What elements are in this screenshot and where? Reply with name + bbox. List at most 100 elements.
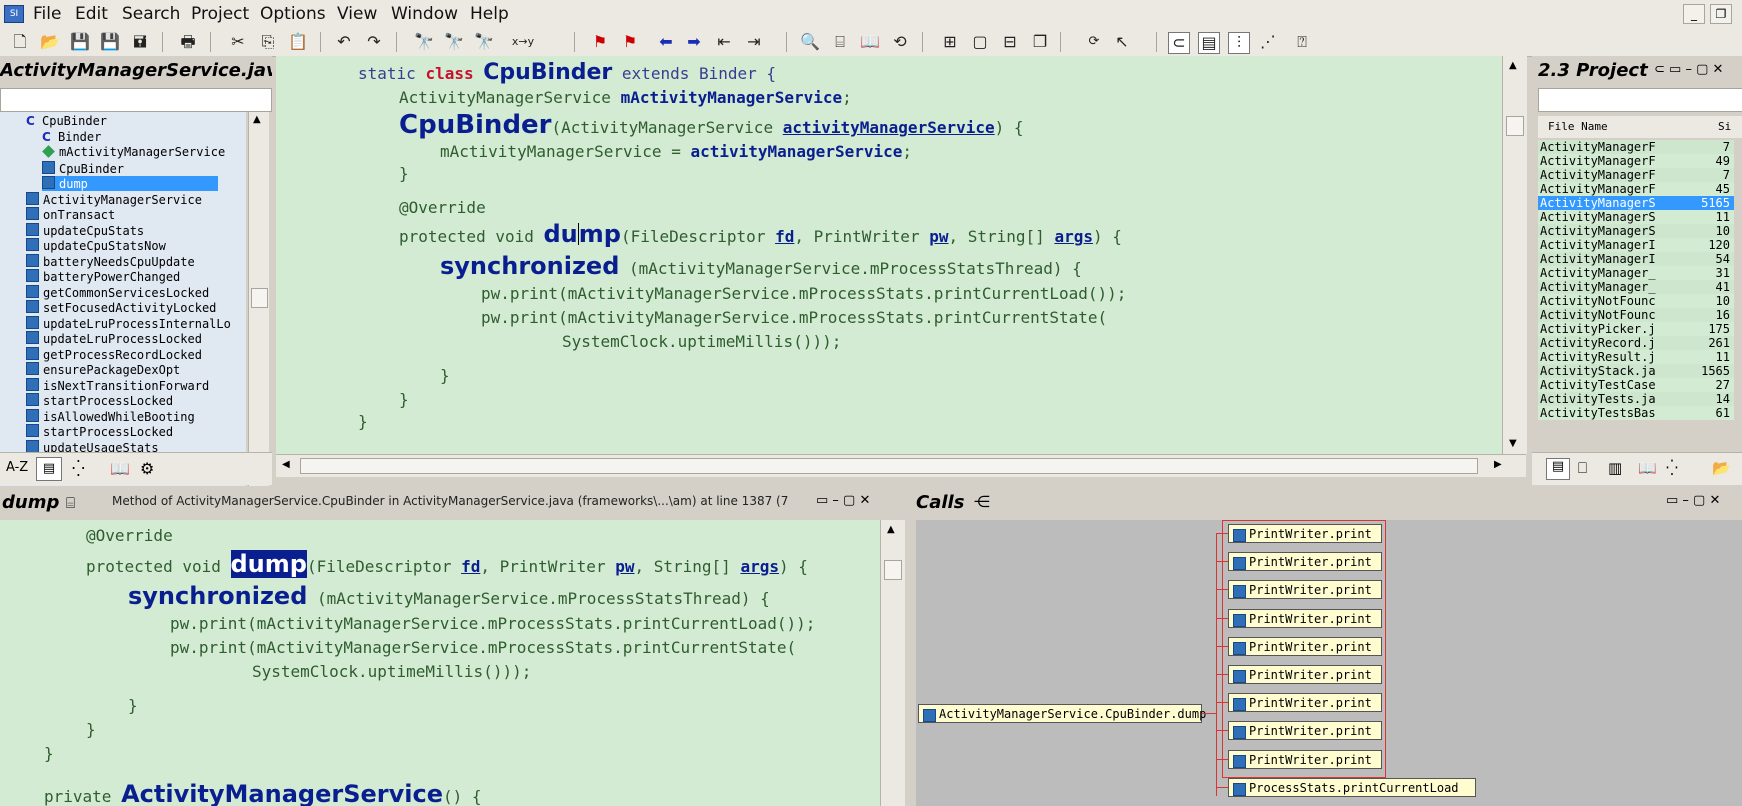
file-row[interactable]: ActivityRecord.j 261	[1538, 336, 1734, 350]
col-size[interactable]: Si	[1718, 116, 1731, 138]
file-row[interactable]: ActivityTestsBas 61	[1538, 406, 1734, 420]
symbol-item[interactable]: updateCpuStats	[26, 222, 144, 238]
cut-icon[interactable]: ✂	[228, 32, 248, 52]
scroll-up-icon[interactable]: ▲	[253, 114, 261, 125]
view-toggle-5-icon[interactable]: ⍰	[1292, 32, 1312, 52]
restore-icon[interactable]: ❐	[1710, 4, 1732, 24]
view-toggle-3-icon[interactable]: ⫶	[1228, 32, 1250, 54]
scroll-thumb[interactable]	[1506, 116, 1524, 136]
relation-icon[interactable]: ⟲	[890, 32, 910, 52]
project-filter-input[interactable]	[1538, 88, 1742, 112]
code-editor[interactable]: static class CpuBinder extends Binder { …	[276, 56, 1502, 454]
scroll-thumb[interactable]	[251, 288, 268, 308]
context-panel-window-icons[interactable]: ▭ – ▢ ✕	[816, 493, 870, 508]
file-row[interactable]: ActivityManagerS 5165	[1538, 196, 1734, 210]
book-view-icon[interactable]: 📖	[110, 459, 130, 478]
open-folder-icon[interactable]: 📂	[40, 32, 60, 52]
symbol-item[interactable]: onTransact	[26, 207, 115, 222]
symbol-item[interactable]: batteryNeedsCpuUpdate	[26, 253, 195, 269]
close-file-icon[interactable]: 🖬	[130, 32, 150, 52]
context-options-icon[interactable]: ⌸	[66, 494, 75, 512]
category-icon[interactable]: ⁛	[1666, 459, 1678, 477]
menu-project[interactable]: Project	[191, 4, 249, 24]
call-tree-icon[interactable]: ⋲	[974, 492, 990, 511]
symbol-item[interactable]: startProcessLocked	[26, 393, 173, 408]
menu-file[interactable]: File	[33, 4, 61, 24]
view-toggle-1-icon[interactable]: ⊂	[1168, 32, 1190, 54]
symbol-item[interactable]: updateLruProcessInternalLo	[26, 315, 231, 331]
symbol-item[interactable]: isAllowedWhileBooting	[26, 408, 195, 424]
layout-grid-icon[interactable]: ⊞	[940, 32, 960, 52]
file-row[interactable]: ActivityManagerI 120	[1538, 238, 1734, 252]
file-row[interactable]: ActivityManagerF 49	[1538, 154, 1734, 168]
scroll-thumb[interactable]	[884, 560, 902, 580]
symbol-view-icon[interactable]: ⎕	[1578, 459, 1587, 477]
file-row[interactable]: ActivityManagerF 45	[1538, 182, 1734, 196]
symbol-filter-input[interactable]	[0, 88, 272, 112]
file-row[interactable]: ActivityManager_ 41	[1538, 280, 1734, 294]
menu-options[interactable]: Options	[260, 4, 326, 24]
layout-cascade-icon[interactable]: ❐	[1030, 32, 1050, 52]
symbol-item[interactable]: updateCpuStatsNow	[26, 238, 166, 253]
jump-back-icon[interactable]: ⇤	[714, 32, 734, 52]
find-prev-icon[interactable]: 🔭	[474, 32, 494, 52]
symbol-item[interactable]: CpuBinder	[42, 160, 124, 176]
new-file-icon[interactable]: 🗋	[10, 32, 30, 52]
replace-icon[interactable]: x→y	[506, 32, 540, 52]
browse-icon[interactable]: ⌸	[830, 32, 850, 52]
view-toggle-4-icon[interactable]: ⋰	[1258, 32, 1278, 52]
file-row[interactable]: ActivityManager_ 31	[1538, 266, 1734, 280]
forward-arrow-icon[interactable]: ➡	[684, 32, 704, 52]
list-view-icon[interactable]: ▤	[36, 457, 62, 481]
bookmark-icon[interactable]: ⚑	[590, 32, 610, 52]
symbol-item[interactable]: startProcessLocked	[26, 424, 173, 439]
file-list-view-icon[interactable]: ▤	[1546, 458, 1570, 480]
scroll-up-icon[interactable]: ▲	[1509, 60, 1517, 71]
symbol-item[interactable]: batteryPowerChanged	[26, 269, 180, 284]
symbol-item[interactable]: updateLruProcessLocked	[26, 331, 202, 346]
menu-search[interactable]: Search	[122, 4, 180, 24]
bookmark-list-icon[interactable]: ⚑	[620, 32, 640, 52]
calls-panel-window-icons[interactable]: ▭ – ▢ ✕	[1666, 493, 1720, 508]
lookup-icon[interactable]: 🔍	[800, 32, 820, 52]
save-all-icon[interactable]: 💾	[100, 32, 120, 52]
sync-icon[interactable]: ⟳	[1084, 32, 1104, 52]
symbol-item[interactable]: C Binder	[42, 130, 101, 145]
menu-view[interactable]: View	[337, 4, 377, 24]
file-row[interactable]: ActivityResult.j 11	[1538, 350, 1734, 364]
settings-view-icon[interactable]: ⚙	[140, 459, 154, 478]
book-icon[interactable]: 📖	[1638, 459, 1657, 477]
sort-az-button[interactable]: A-Z	[6, 460, 28, 475]
editor-hscrollbar[interactable]: ◀ ▶	[276, 454, 1526, 477]
pointer-icon[interactable]: ↖	[1112, 32, 1132, 52]
find-icon[interactable]: 🔭	[414, 32, 434, 52]
context-scrollbar[interactable]: ▲	[880, 520, 905, 806]
jump-forward-icon[interactable]: ⇥	[744, 32, 764, 52]
symbol-item[interactable]: isNextTransitionForward	[26, 377, 209, 393]
symbol-item[interactable]: ActivityManagerService	[26, 191, 202, 207]
file-row[interactable]: ActivityTestCase 27	[1538, 378, 1734, 392]
hscroll-thumb[interactable]	[300, 458, 1478, 474]
scroll-up-icon[interactable]: ▲	[887, 524, 895, 535]
file-row[interactable]: ActivityManagerS 11	[1538, 210, 1734, 224]
call-node[interactable]: ProcessStats.printCurrentLoad	[1228, 777, 1476, 797]
category-icon[interactable]: ⁛	[72, 459, 85, 478]
file-row[interactable]: ActivityTests.ja 14	[1538, 392, 1734, 406]
undo-icon[interactable]: ↶	[334, 32, 354, 52]
scroll-right-icon[interactable]: ▶	[1494, 459, 1502, 470]
symbol-item[interactable]: C CpuBinder	[26, 114, 107, 129]
folder-icon[interactable]: 📂	[1712, 459, 1731, 477]
file-row[interactable]: ActivityManagerF 7	[1538, 140, 1734, 154]
menu-edit[interactable]: Edit	[75, 4, 108, 24]
back-arrow-icon[interactable]: ⬅	[656, 32, 676, 52]
symbol-item[interactable]: setFocusedActivityLocked	[26, 300, 216, 315]
col-file-name[interactable]: File Name	[1548, 116, 1608, 138]
project-panel-menu-icon[interactable]: ⊂ ▭ – ▢ ✕	[1654, 62, 1723, 77]
book-icon[interactable]: 📖	[860, 32, 880, 52]
find-next-icon[interactable]: 🔭	[444, 32, 464, 52]
file-row[interactable]: ActivityStack.ja 1565	[1538, 364, 1734, 378]
scroll-left-icon[interactable]: ◀	[282, 459, 290, 470]
redo-icon[interactable]: ↷	[364, 32, 384, 52]
symbol-item[interactable]: ensurePackageDexOpt	[26, 362, 180, 377]
editor-vscrollbar[interactable]: ▲ ▼	[1502, 56, 1527, 454]
